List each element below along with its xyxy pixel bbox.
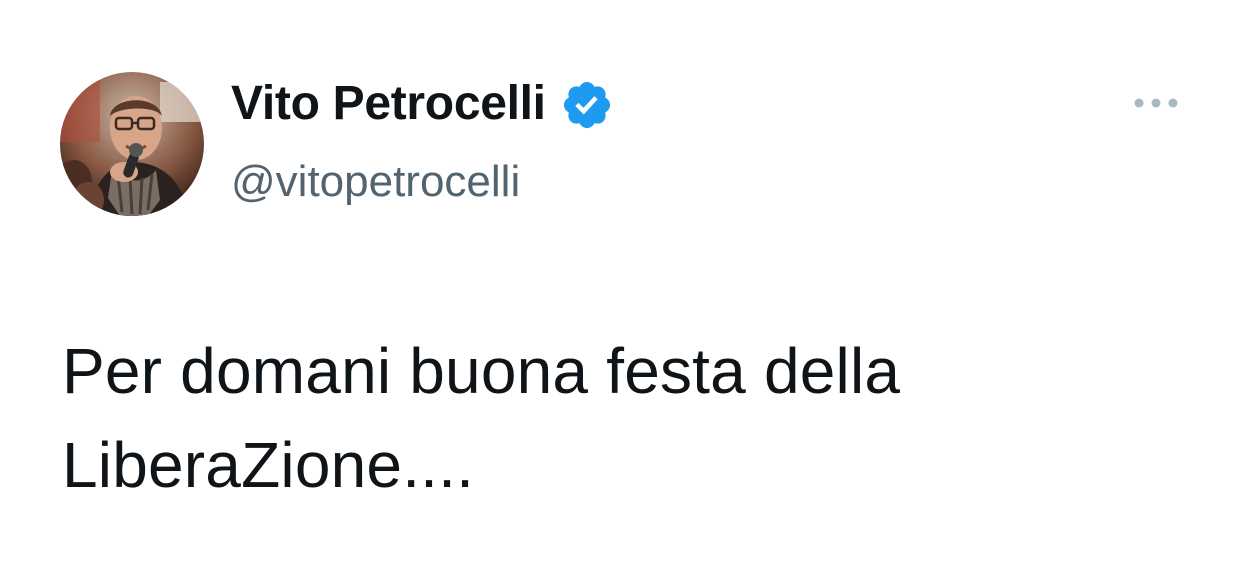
author-handle[interactable]: @vitopetrocelli: [231, 152, 520, 212]
verified-badge-icon: [560, 78, 614, 132]
tweet-card: Vito Petrocelli @vitopetrocelli Per doma…: [0, 0, 1242, 586]
tweet-text: Per domani buona festa della LiberaZione…: [62, 324, 1202, 512]
more-options-icon: [1134, 98, 1178, 108]
author-name-row: Vito Petrocelli: [231, 74, 614, 134]
display-name[interactable]: Vito Petrocelli: [231, 74, 546, 134]
avatar[interactable]: [60, 72, 204, 216]
avatar-photo: [60, 72, 204, 216]
tweet-text-line: Per domani buona festa della: [62, 335, 901, 407]
tweet-text-line: LiberaZione....: [62, 429, 475, 501]
more-options-button[interactable]: [1128, 86, 1184, 120]
